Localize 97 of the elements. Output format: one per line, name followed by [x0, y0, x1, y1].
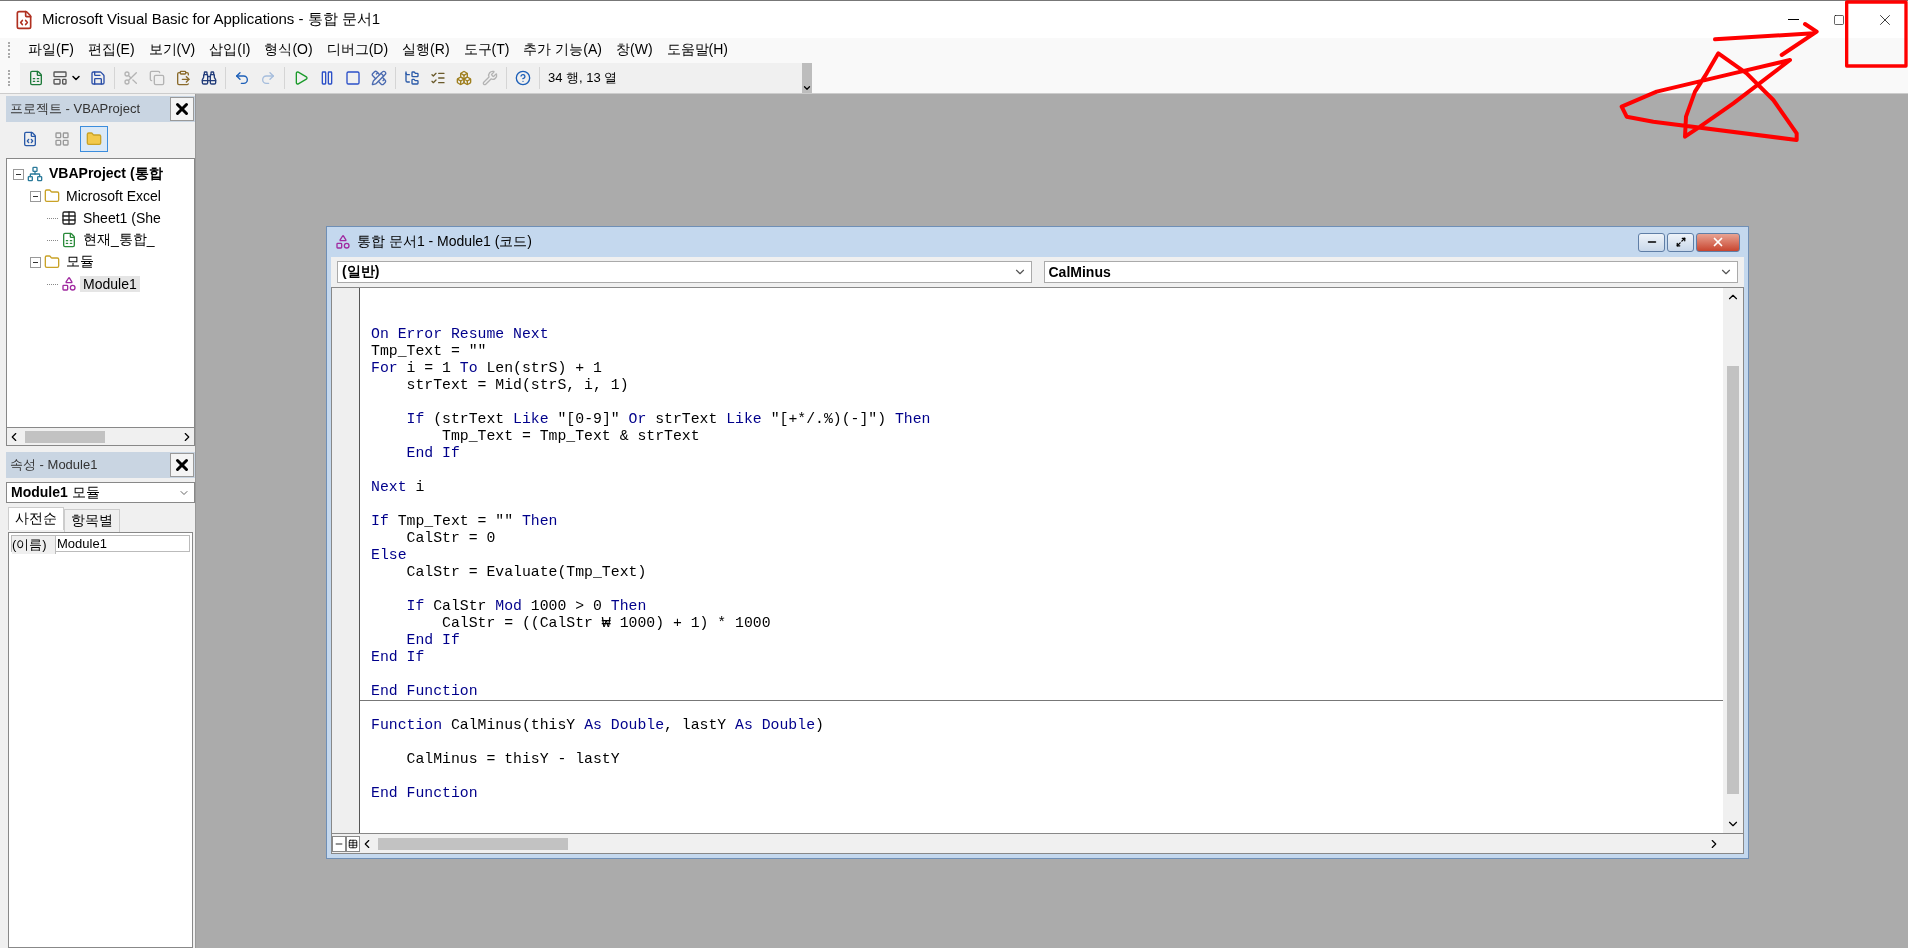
module-icon — [61, 276, 77, 292]
menu-item[interactable]: 디버그(D) — [320, 39, 395, 61]
close-icon — [173, 456, 191, 474]
code-line: For i = 1 To Len(strS) + 1 — [371, 360, 603, 377]
collapse-icon[interactable] — [30, 190, 41, 202]
menu-item[interactable]: 실행(R) — [396, 39, 456, 61]
scrollbar-thumb[interactable] — [25, 430, 105, 443]
code-line: CalStr = 0 — [405, 530, 497, 547]
tree-item[interactable]: 모듈 — [63, 253, 97, 271]
module-icon — [335, 234, 351, 250]
copy-icon — [149, 69, 165, 86]
scrollbar-thumb[interactable] — [378, 837, 568, 850]
folder-icon — [44, 254, 60, 270]
properties-tab[interactable]: 사전순 — [8, 507, 64, 530]
code-line: If Tmp_Text = "" Then — [371, 513, 559, 530]
menu-item[interactable]: 편집(E) — [81, 39, 141, 61]
menu-item[interactable]: 형식(O) — [258, 39, 319, 61]
folder-icon — [44, 188, 60, 204]
property-name: (이름) — [12, 536, 56, 554]
minimize-icon — [1787, 19, 1799, 20]
code-line: On Error Resume Next — [371, 326, 550, 343]
tree-item[interactable]: Module1 — [80, 276, 140, 292]
minimize-button[interactable] — [1638, 232, 1665, 252]
save-icon — [90, 69, 106, 86]
close-icon — [173, 100, 191, 118]
workbook-icon — [61, 232, 77, 248]
menu-item[interactable]: 도구(T) — [457, 39, 516, 61]
binoculars-icon — [201, 69, 217, 86]
collapse-icon[interactable] — [30, 256, 41, 268]
code-line: CalMinus = thisY - lastY — [405, 751, 621, 768]
maximize-icon — [1675, 237, 1686, 247]
tree-item[interactable]: VBAProject (통합 — [46, 165, 166, 183]
close-button[interactable] — [170, 453, 194, 477]
code-line: Function CalMinus(thisY As Double, lastY As Double) — [371, 717, 825, 734]
scissors-icon — [123, 69, 139, 86]
help-icon — [515, 69, 531, 86]
menu-item[interactable]: 도움말(H) — [660, 39, 734, 61]
code-line: Tmp_Text = Tmp_Text & strText — [441, 428, 701, 445]
code-line: End If — [371, 649, 426, 666]
tree-item[interactable]: 현재_통합_ — [80, 231, 158, 249]
menu-item[interactable]: 삽입(I) — [203, 39, 257, 61]
code-line: Else — [371, 547, 408, 564]
full-module-view-button[interactable] — [346, 835, 360, 852]
boxes-icon — [456, 69, 472, 86]
grid-icon — [54, 131, 70, 147]
code-line: strText = Mid(strS, i, 1) — [405, 377, 630, 394]
menu-item[interactable]: 보기(V) — [142, 39, 202, 61]
object-dropdown[interactable]: Module1 모듈 — [6, 482, 195, 503]
pause-icon — [319, 69, 335, 86]
form-icon — [52, 69, 68, 86]
maximize-icon — [1833, 13, 1845, 26]
folder-tree-icon — [404, 69, 420, 86]
toolbar-overflow-button[interactable] — [802, 62, 812, 93]
code-line: End Function — [371, 785, 479, 802]
paste-icon — [175, 69, 191, 86]
panel-title: 속성 - Module1 — [10, 456, 98, 474]
pencil-ruler-icon — [371, 69, 387, 86]
code-line: End If — [405, 632, 461, 649]
wrench-icon — [482, 69, 498, 86]
panel-title: 프로젝트 - VBAProject — [10, 100, 141, 118]
maximize-button[interactable] — [1667, 232, 1694, 252]
property-value[interactable]: Module1 — [56, 536, 189, 554]
view-folders-button[interactable] — [80, 126, 108, 152]
spreadsheet-icon — [28, 69, 44, 86]
code-line: If (strText Like "[0-9]" Or strText Like "[+*/.%)(-]") Then — [405, 411, 932, 428]
menu-item[interactable]: 파일(F) — [22, 39, 80, 61]
collapse-icon[interactable] — [13, 168, 24, 180]
code-window-title: 통합 문서1 - Module1 (코드) — [357, 233, 534, 251]
code-line: Tmp_Text = "" — [371, 343, 488, 360]
procedure-dropdown[interactable]: CalMinus — [1043, 261, 1738, 283]
close-button[interactable] — [170, 97, 194, 121]
object-dropdown[interactable]: (일반) — [337, 261, 1032, 283]
code-line: End Function — [371, 683, 479, 700]
app-icon — [14, 9, 34, 30]
stop-icon — [345, 69, 361, 86]
grid-icon — [348, 838, 358, 849]
window-title: Microsoft Visual Basic for Applications - 통합 문서1 — [42, 10, 382, 29]
cursor-position: 34 행, 13 열 — [547, 68, 619, 87]
code-line: End If — [405, 445, 461, 462]
undo-icon — [234, 69, 250, 86]
redo-icon — [260, 69, 276, 86]
properties-tab[interactable]: 항목별 — [64, 509, 120, 532]
code-file-icon — [22, 131, 38, 147]
menu-item[interactable]: 추가 기능(A) — [517, 39, 608, 61]
tree-item[interactable]: Sheet1 (She — [80, 210, 164, 226]
project-icon — [27, 166, 43, 182]
code-line: CalStr = Evaluate(Tmp_Text) — [405, 564, 648, 581]
code-line: Next i — [371, 479, 426, 496]
folder-icon — [86, 131, 102, 147]
menu-item[interactable]: 창(W) — [610, 39, 659, 61]
tree-item[interactable]: Microsoft Excel — [63, 188, 164, 204]
play-icon — [293, 69, 309, 86]
scrollbar-thumb[interactable] — [1727, 366, 1739, 794]
code-line: If CalStr Mod 1000 > 0 Then — [405, 598, 648, 615]
close-icon — [1711, 235, 1725, 249]
sheet-icon — [61, 210, 77, 226]
code-line: CalStr = ((CalStr ₩ 1000) + 1) * 1000 — [441, 615, 772, 632]
